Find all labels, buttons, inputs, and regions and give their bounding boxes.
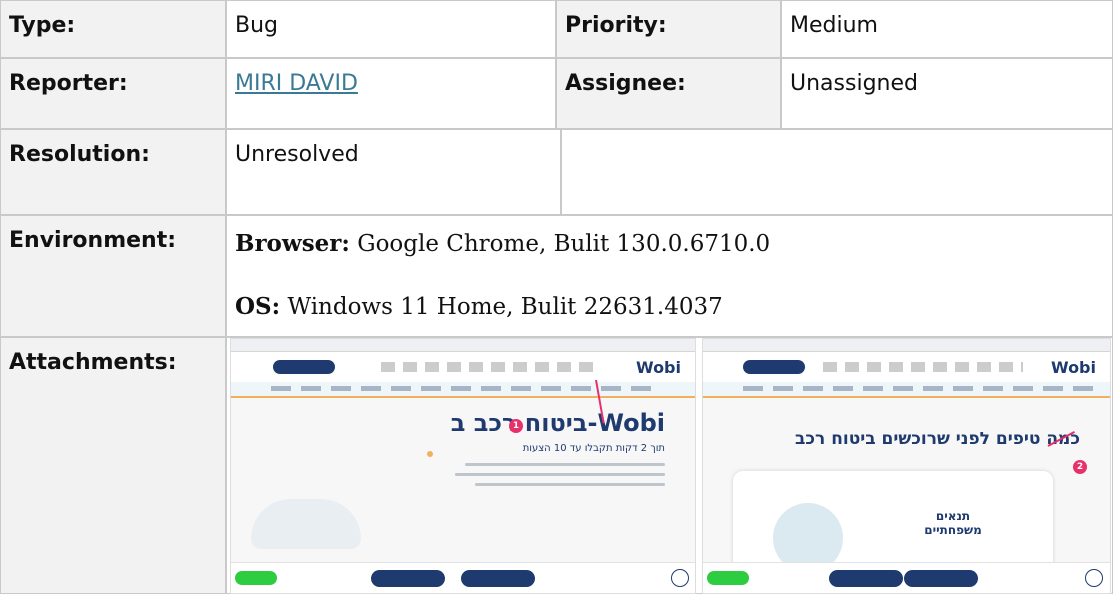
whatsapp-button	[235, 571, 277, 585]
browser-chrome	[703, 339, 1110, 352]
cta-button-1	[371, 570, 445, 587]
hero-title: ביטוח רכב ב-Wobi	[450, 409, 665, 437]
car-illustration	[251, 499, 361, 549]
annotation-marker-2: 2	[1073, 460, 1087, 474]
attachment-screenshot-1[interactable]: Wobi ביטוח רכב ב-Wobi תוך 2 דקות תקבלו ע…	[230, 338, 696, 594]
bottom-bar	[231, 562, 695, 593]
reporter-value: MIRI DAVID	[226, 58, 556, 129]
header-button	[273, 360, 335, 374]
type-value: Bug	[226, 0, 556, 58]
annotation-marker-1: 1	[509, 419, 523, 433]
reporter-label: Reporter:	[0, 58, 226, 129]
issue-details-table: Type: Bug Priority: Medium Reporter: MIR…	[0, 0, 1113, 594]
cta-button-2	[904, 570, 978, 587]
header-menu	[823, 362, 1023, 372]
environment-label: Environment:	[0, 215, 226, 337]
site-header: Wobi	[231, 352, 695, 382]
chevron-down-icon	[1085, 569, 1103, 587]
header-button	[743, 360, 805, 374]
tip-card: תנאים משפחתיים	[733, 471, 1053, 573]
hero-title: כמה טיפים לפני שרוכשים ביטוח רכב	[795, 429, 1080, 449]
whatsapp-button	[707, 571, 749, 585]
attachment-screenshot-2[interactable]: Wobi כמה טיפים לפני שרוכשים ביטוח רכב 2 …	[702, 338, 1111, 594]
assignee-label: Assignee:	[556, 58, 781, 129]
os-line: OS: Windows 11 Home, Bulit 22631.4037	[235, 293, 723, 320]
browser-chrome	[231, 339, 695, 352]
header-menu	[381, 362, 601, 372]
environment-value: Browser: Google Chrome, Bulit 130.0.6710…	[226, 215, 1113, 337]
sub-navigation	[703, 382, 1110, 398]
attachments-label: Attachments:	[0, 337, 226, 594]
cta-button-2	[461, 570, 535, 587]
card-title: תנאים משפחתיים	[924, 509, 982, 537]
sub-navigation	[231, 382, 695, 398]
priority-label: Priority:	[556, 0, 781, 58]
resolution-value: Unresolved	[226, 129, 561, 215]
type-label: Type:	[0, 0, 226, 58]
cta-button-1	[829, 570, 903, 587]
priority-value: Medium	[781, 0, 1113, 58]
wobi-logo: Wobi	[1050, 358, 1096, 377]
reporter-link[interactable]: MIRI DAVID	[235, 71, 358, 96]
assignee-value: Unassigned	[781, 58, 1113, 129]
resolution-label: Resolution:	[0, 129, 226, 215]
hero-subtitle: תוך 2 דקות תקבלו עד 10 הצעות	[522, 443, 665, 454]
site-header: Wobi	[703, 352, 1110, 382]
chevron-down-icon	[671, 569, 689, 587]
empty-cell	[561, 129, 1113, 215]
wobi-logo: Wobi	[635, 358, 681, 377]
bottom-bar	[703, 562, 1110, 593]
browser-line: Browser: Google Chrome, Bulit 130.0.6710…	[235, 230, 771, 257]
